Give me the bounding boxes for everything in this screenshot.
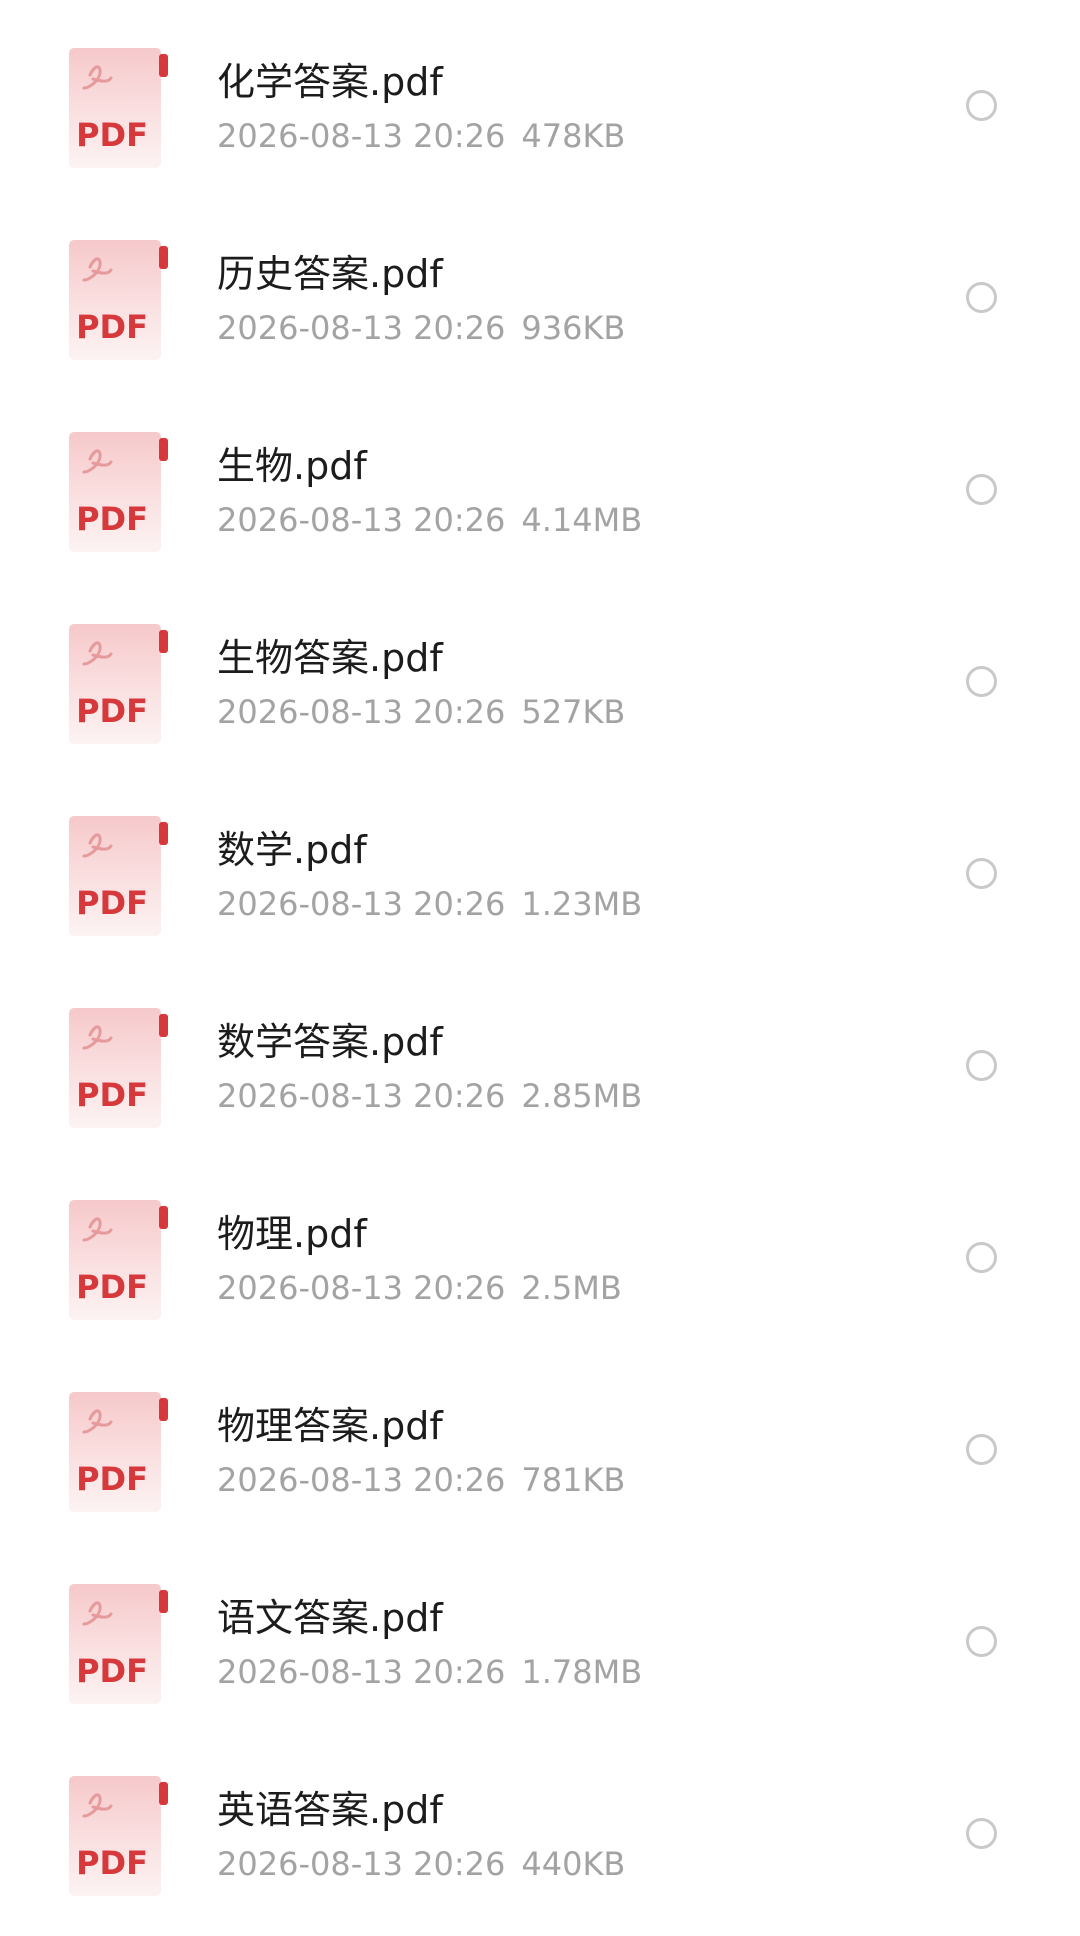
pdf-file-icon-graphic: PDF bbox=[69, 816, 168, 936]
select-radio-button[interactable] bbox=[966, 1050, 997, 1081]
pdf-file-icon: PDF bbox=[69, 432, 169, 552]
file-size: 1.23MB bbox=[521, 885, 643, 923]
file-meta: 2026-08-13 20:26 1.23MB bbox=[217, 883, 642, 925]
pdf-icon-label: PDF bbox=[76, 500, 148, 538]
file-meta: 2026-08-13 20:26 478KB bbox=[217, 115, 625, 157]
file-name: 生物.pdf bbox=[217, 444, 367, 488]
select-radio-button[interactable] bbox=[966, 1434, 997, 1465]
file-row[interactable]: PDF 语文答案.pdf 2026-08-13 20:26 1.78MB bbox=[0, 1536, 1080, 1728]
pdf-icon-label: PDF bbox=[76, 884, 148, 922]
file-meta: 2026-08-13 20:26 527KB bbox=[217, 691, 625, 733]
file-row[interactable]: PDF 物理.pdf 2026-08-13 20:26 2.5MB bbox=[0, 1152, 1080, 1344]
file-name: 生物答案.pdf bbox=[217, 636, 443, 680]
file-name: 数学.pdf bbox=[217, 828, 367, 872]
file-row[interactable]: PDF 生物.pdf 2026-08-13 20:26 4.14MB bbox=[0, 384, 1080, 576]
file-size: 440KB bbox=[521, 1845, 626, 1883]
pdf-icon-label: PDF bbox=[76, 692, 148, 730]
file-row[interactable]: PDF 物理答案.pdf 2026-08-13 20:26 781KB bbox=[0, 1344, 1080, 1536]
pdf-file-icon-graphic: PDF bbox=[69, 1776, 168, 1896]
file-size: 527KB bbox=[521, 693, 626, 731]
pdf-file-icon: PDF bbox=[69, 624, 169, 744]
file-list: PDF 化学答案.pdf 2026-08-13 20:26 478KB PDF 历… bbox=[0, 0, 1080, 1936]
file-row[interactable]: PDF 历史答案.pdf 2026-08-13 20:26 936KB bbox=[0, 192, 1080, 384]
select-radio-button[interactable] bbox=[966, 858, 997, 889]
file-meta: 2026-08-13 20:26 2.5MB bbox=[217, 1267, 622, 1309]
file-name: 化学答案.pdf bbox=[217, 60, 443, 104]
file-date: 2026-08-13 20:26 bbox=[217, 1845, 506, 1883]
pdf-file-icon-graphic: PDF bbox=[69, 1584, 168, 1704]
file-size: 781KB bbox=[521, 1461, 626, 1499]
file-date: 2026-08-13 20:26 bbox=[217, 501, 506, 539]
file-meta: 2026-08-13 20:26 4.14MB bbox=[217, 499, 642, 541]
pdf-file-icon: PDF bbox=[69, 1776, 169, 1896]
file-meta: 2026-08-13 20:26 936KB bbox=[217, 307, 625, 349]
select-radio-button[interactable] bbox=[966, 474, 997, 505]
file-name: 历史答案.pdf bbox=[217, 252, 443, 296]
file-date: 2026-08-13 20:26 bbox=[217, 885, 506, 923]
file-name: 英语答案.pdf bbox=[217, 1788, 443, 1832]
pdf-file-icon: PDF bbox=[69, 240, 169, 360]
file-date: 2026-08-13 20:26 bbox=[217, 693, 506, 731]
pdf-icon-label: PDF bbox=[76, 308, 148, 346]
file-size: 2.5MB bbox=[521, 1269, 622, 1307]
select-radio-button[interactable] bbox=[966, 1626, 997, 1657]
pdf-icon-label: PDF bbox=[76, 1076, 148, 1114]
file-size: 936KB bbox=[521, 309, 626, 347]
file-row[interactable]: PDF 生物答案.pdf 2026-08-13 20:26 527KB bbox=[0, 576, 1080, 768]
file-row[interactable]: PDF 数学.pdf 2026-08-13 20:26 1.23MB bbox=[0, 768, 1080, 960]
select-radio-button[interactable] bbox=[966, 1818, 997, 1849]
pdf-file-icon-graphic: PDF bbox=[69, 48, 168, 168]
pdf-file-icon: PDF bbox=[69, 816, 169, 936]
pdf-file-icon-graphic: PDF bbox=[69, 1008, 168, 1128]
file-size: 1.78MB bbox=[521, 1653, 643, 1691]
pdf-file-icon-graphic: PDF bbox=[69, 1200, 168, 1320]
pdf-icon-label: PDF bbox=[76, 1268, 148, 1306]
select-radio-button[interactable] bbox=[966, 90, 997, 121]
pdf-file-icon: PDF bbox=[69, 1200, 169, 1320]
file-row[interactable]: PDF 数学答案.pdf 2026-08-13 20:26 2.85MB bbox=[0, 960, 1080, 1152]
file-meta: 2026-08-13 20:26 440KB bbox=[217, 1843, 625, 1885]
file-date: 2026-08-13 20:26 bbox=[217, 1653, 506, 1691]
file-name: 语文答案.pdf bbox=[217, 1596, 443, 1640]
pdf-file-icon-graphic: PDF bbox=[69, 624, 168, 744]
pdf-file-icon: PDF bbox=[69, 1392, 169, 1512]
file-date: 2026-08-13 20:26 bbox=[217, 1077, 506, 1115]
select-radio-button[interactable] bbox=[966, 282, 997, 313]
select-radio-button[interactable] bbox=[966, 666, 997, 697]
file-size: 478KB bbox=[521, 117, 626, 155]
file-meta: 2026-08-13 20:26 1.78MB bbox=[217, 1651, 642, 1693]
file-size: 2.85MB bbox=[521, 1077, 643, 1115]
file-date: 2026-08-13 20:26 bbox=[217, 1461, 506, 1499]
file-row[interactable]: PDF 化学答案.pdf 2026-08-13 20:26 478KB bbox=[0, 0, 1080, 192]
file-name: 物理答案.pdf bbox=[217, 1404, 443, 1448]
pdf-icon-label: PDF bbox=[76, 116, 148, 154]
pdf-file-icon: PDF bbox=[69, 1584, 169, 1704]
file-date: 2026-08-13 20:26 bbox=[217, 1269, 506, 1307]
pdf-file-icon-graphic: PDF bbox=[69, 1392, 168, 1512]
file-date: 2026-08-13 20:26 bbox=[217, 309, 506, 347]
file-meta: 2026-08-13 20:26 2.85MB bbox=[217, 1075, 642, 1117]
pdf-icon-label: PDF bbox=[76, 1460, 148, 1498]
pdf-file-icon-graphic: PDF bbox=[69, 432, 168, 552]
pdf-icon-label: PDF bbox=[76, 1844, 148, 1882]
pdf-icon-label: PDF bbox=[76, 1652, 148, 1690]
file-row[interactable]: PDF 英语答案.pdf 2026-08-13 20:26 440KB bbox=[0, 1728, 1080, 1920]
file-name: 物理.pdf bbox=[217, 1212, 367, 1256]
file-size: 4.14MB bbox=[521, 501, 643, 539]
file-name: 数学答案.pdf bbox=[217, 1020, 443, 1064]
pdf-file-icon: PDF bbox=[69, 48, 169, 168]
file-date: 2026-08-13 20:26 bbox=[217, 117, 506, 155]
pdf-file-icon-graphic: PDF bbox=[69, 240, 168, 360]
file-meta: 2026-08-13 20:26 781KB bbox=[217, 1459, 625, 1501]
pdf-file-icon: PDF bbox=[69, 1008, 169, 1128]
select-radio-button[interactable] bbox=[966, 1242, 997, 1273]
